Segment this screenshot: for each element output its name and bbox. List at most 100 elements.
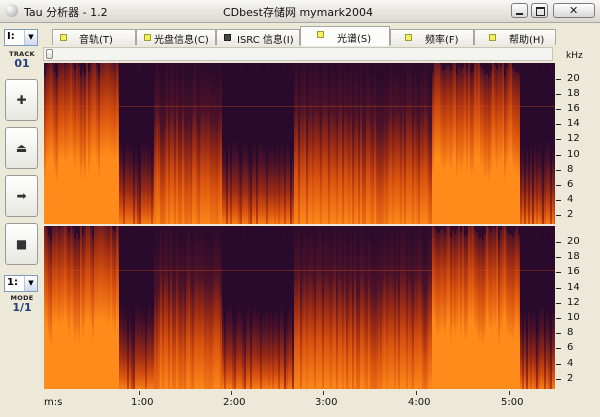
frequency-tick-label: 12 [567,133,580,145]
spectrogram-image [44,226,555,389]
tab-label: 光盘信息(C) [154,35,209,46]
time-axis-unit: m:s [44,397,63,408]
tab-bar: 音轨(T) 光盘信息(C) ISRC 信息(I) 光谱(S) 频率(F) 帮助(… [42,25,597,46]
frequency-tick-label: 4 [567,357,574,369]
tab-isrc-info[interactable]: ISRC 信息(I) [216,29,300,46]
frequency-tick [556,378,561,380]
tab-disc-info[interactable]: 光盘信息(C) [136,29,216,46]
frequency-tick [556,154,561,156]
frequency-tick-label: 2 [567,372,574,384]
drive-select[interactable]: I: ▼ [4,29,38,46]
position-slider[interactable] [43,47,553,61]
analyzer-window: Tau 分析器 - 1.2 CDbest存储网 mymark2004 ✕ I: … [0,0,600,417]
time-tick-label: 1:00 [131,397,154,408]
frequency-tick [556,124,561,126]
tab-indicator-icon [405,34,412,41]
frequency-tick [556,109,561,111]
document-title: CDbest存储网 mymark2004 [223,6,374,19]
eject-icon: ⏏ [15,141,28,155]
frequency-tick-label: 6 [567,342,574,354]
app-icon [5,4,18,17]
close-icon: ✕ [569,4,579,17]
frequency-tick-label: 18 [567,88,580,100]
tab-tracks[interactable]: 音轨(T) [52,29,136,46]
frequency-scale-bottom: 20 18 16 14 12 10 8 6 4 2 [556,226,596,389]
frequency-tick-label: 20 [567,73,580,84]
frequency-tick-label: 10 [567,148,580,160]
drive-select-value: I: [7,31,15,42]
tab-indicator-icon [144,34,151,41]
maximize-button[interactable] [531,3,548,18]
tab-frequency[interactable]: 频率(F) [390,29,474,46]
slider-handle[interactable] [46,49,53,59]
frequency-tick-label: 18 [567,251,580,263]
minimize-icon [516,13,523,15]
plus-icon: ✚ [16,93,27,107]
time-axis: m:s 1:00 2:00 3:00 4:00 5:00 [44,391,555,413]
frequency-tick [556,242,561,243]
time-tick [416,391,417,395]
stop-button[interactable]: ■ [5,223,38,265]
minimize-button[interactable] [511,3,528,18]
time-tick [231,391,232,395]
frequency-tick-label: 8 [567,327,574,339]
stop-icon: ■ [15,237,28,251]
frequency-tick-label: 16 [567,266,580,278]
tab-spectrum[interactable]: 光谱(S) [300,26,390,46]
tab-help[interactable]: 帮助(H) [474,29,556,46]
spectrogram-left-channel[interactable] [44,63,555,224]
frequency-tick-label: 16 [567,103,580,115]
time-tick-label: 4:00 [408,397,431,408]
spectrogram-image [44,63,555,224]
tab-label: 帮助(H) [509,35,545,46]
frequency-tick [556,348,561,350]
spectrogram-right-channel[interactable] [44,226,555,389]
frequency-tick-label: 14 [567,281,580,293]
time-tick [509,391,510,395]
close-button[interactable]: ✕ [553,3,595,18]
left-control-panel: I: ▼ TRACK 01 ✚ ⏏ ➡ ■ 1: ▼ MODE 1/1 [4,24,40,414]
track-number: 01 [14,57,30,70]
frequency-tick-label: 20 [567,236,580,247]
time-tick [139,391,140,395]
chevron-down-icon: ▼ [24,30,37,45]
title-bar[interactable]: Tau 分析器 - 1.2 CDbest存储网 mymark2004 ✕ [0,0,600,23]
frequency-scale-top: 20 18 16 14 12 10 8 6 4 2 [556,63,596,224]
frequency-tick [556,333,561,335]
tab-label: ISRC 信息(I) [237,35,294,46]
frequency-tick-label: 2 [567,208,574,220]
tab-label: 频率(F) [425,35,459,46]
play-button[interactable]: ➡ [5,175,38,217]
frequency-tick [556,79,561,80]
maximize-icon [536,7,545,16]
mode-select-value: 1: [7,277,18,288]
time-tick-label: 5:00 [501,397,524,408]
frequency-tick-label: 12 [567,296,580,308]
mode-select[interactable]: 1: ▼ [4,275,38,292]
frequency-tick-label: 8 [567,163,574,175]
frequency-tick [556,214,561,216]
frequency-tick [556,94,561,96]
frequency-tick [556,302,561,304]
frequency-tick [556,199,561,201]
frequency-tick [556,363,561,365]
add-button[interactable]: ✚ [5,79,38,121]
frequency-tick [556,318,561,319]
app-title: Tau 分析器 - 1.2 [24,6,108,19]
frequency-tick [556,272,561,274]
tab-indicator-icon [224,34,231,41]
mode-value: 1/1 [12,301,32,314]
frequency-unit-label: kHz [566,51,583,61]
tab-label: 光谱(S) [337,34,372,45]
time-tick [323,391,324,395]
tab-indicator-icon [317,31,324,38]
frequency-tick [556,184,561,186]
frequency-tick [556,257,561,259]
frequency-tick [556,169,561,171]
chevron-down-icon: ▼ [24,276,37,291]
frequency-tick-label: 10 [567,312,580,323]
frequency-tick-label: 6 [567,178,574,190]
frequency-tick [556,287,561,289]
frequency-tick-label: 4 [567,193,574,205]
eject-button[interactable]: ⏏ [5,127,38,169]
